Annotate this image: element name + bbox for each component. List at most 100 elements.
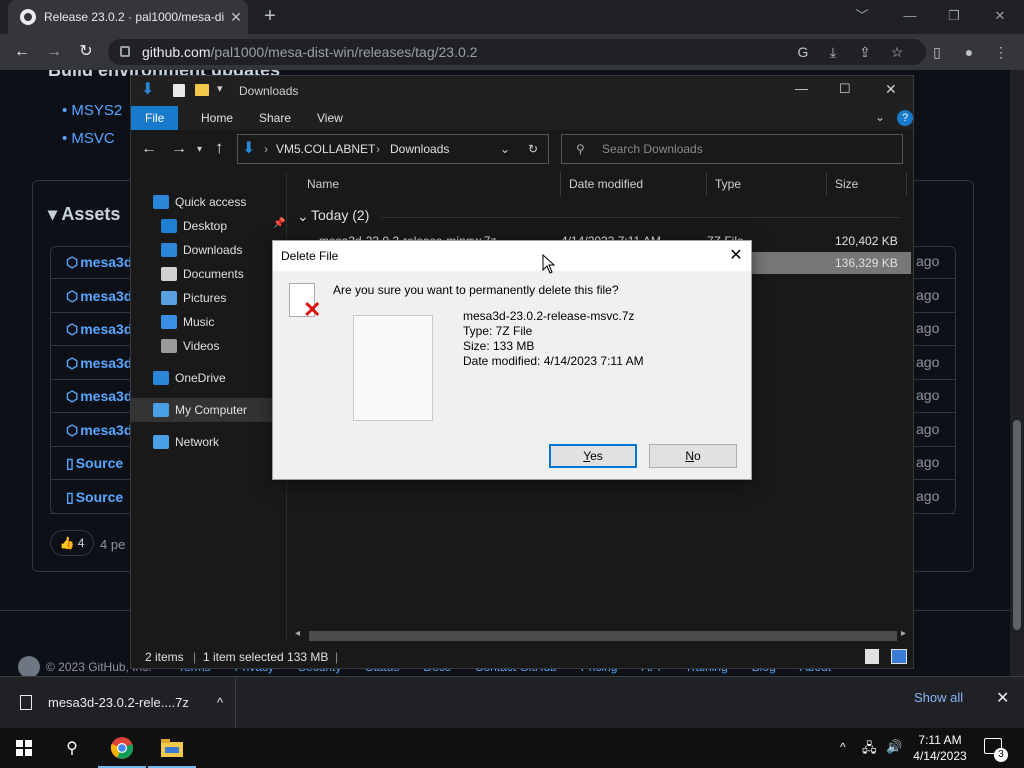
column-date-modified[interactable]: Date modified: [561, 172, 707, 196]
nav-item-quick-access[interactable]: Quick access: [131, 190, 287, 214]
pictures-icon: [161, 291, 177, 305]
documents-icon: [161, 267, 177, 281]
clock[interactable]: 7:11 AM 4/14/2023: [910, 732, 970, 764]
tab-search-icon[interactable]: ﹀: [846, 4, 878, 28]
clock-date: 4/14/2023: [913, 749, 967, 763]
help-icon[interactable]: ?: [897, 110, 913, 126]
nav-item-documents[interactable]: Documents: [131, 262, 287, 286]
breadcrumb-root[interactable]: VM5.COLLABNET: [276, 135, 375, 163]
volume-icon[interactable]: 🔊: [886, 739, 902, 755]
nav-item-onedrive[interactable]: OneDrive: [131, 366, 287, 390]
explorer-forward-icon[interactable]: →: [171, 140, 187, 158]
share-icon[interactable]: ⇪: [854, 41, 876, 63]
red-x-icon: ✕: [303, 297, 322, 322]
properties-icon[interactable]: [173, 84, 185, 97]
up-folder-icon[interactable]: ↑: [215, 138, 224, 158]
no-button[interactable]: No: [649, 444, 737, 468]
scroll-right-icon[interactable]: ▸: [901, 628, 906, 639]
nav-item-label: Downloads: [183, 243, 243, 257]
horizontal-scroll-thumb[interactable]: [309, 631, 897, 641]
dialog-title: Delete File: [273, 241, 751, 271]
minimize-button[interactable]: —: [894, 4, 926, 28]
asset-name[interactable]: Source: [76, 489, 123, 505]
nav-item-network[interactable]: Network: [131, 430, 287, 454]
notification-count-badge: 3: [994, 748, 1008, 762]
nav-item-my-computer[interactable]: My Computer: [131, 398, 287, 422]
forward-icon[interactable]: →: [42, 40, 66, 64]
explorer-close-button[interactable]: ✕: [885, 81, 897, 98]
explorer-address-bar[interactable]: ⬇ › VM5.COLLABNET › Downloads ⌄ ↻: [237, 134, 549, 164]
bookmark-star-icon[interactable]: ☆: [886, 41, 908, 63]
expand-ribbon-icon[interactable]: ⌄: [875, 110, 885, 124]
dialog-question: Are you sure you want to permanently del…: [333, 283, 619, 297]
nav-item-music[interactable]: Music: [131, 310, 287, 334]
back-icon[interactable]: ←: [10, 40, 34, 64]
asset-name[interactable]: mesa3d: [80, 422, 132, 438]
new-folder-icon[interactable]: [195, 84, 209, 96]
tab-home[interactable]: Home: [187, 106, 247, 130]
group-collapse-icon[interactable]: ⌄: [297, 208, 309, 225]
explorer-minimize-button[interactable]: —: [795, 81, 808, 96]
search-downloads-input[interactable]: ⚲ Search Downloads: [561, 134, 903, 164]
large-icons-view-icon[interactable]: [891, 649, 907, 664]
start-icon[interactable]: [0, 728, 48, 768]
new-tab-button[interactable]: +: [258, 4, 282, 28]
scroll-left-icon[interactable]: ◂: [295, 628, 300, 639]
status-item-count: 2 items: [145, 650, 184, 664]
file-explorer-icon[interactable]: [148, 728, 196, 768]
restore-button[interactable]: ❐: [938, 4, 970, 28]
nav-item-pictures[interactable]: Pictures: [131, 286, 287, 310]
asset-name[interactable]: mesa3d: [80, 254, 132, 270]
asset-name[interactable]: mesa3d: [80, 288, 132, 304]
breadcrumb-folder[interactable]: Downloads: [390, 135, 449, 163]
tab-view[interactable]: View: [303, 106, 357, 130]
menu-icon[interactable]: ⋮: [990, 41, 1012, 63]
download-item[interactable]: mesa3d-23.0.2-rele....7z ^: [0, 676, 236, 728]
bullet-msvc[interactable]: • MSVC: [62, 130, 115, 147]
page-scroll-thumb[interactable]: [1013, 420, 1021, 630]
column-size[interactable]: Size: [827, 172, 907, 196]
browser-tab[interactable]: Release 23.0.2 · pal1000/mesa-dis ✕: [8, 0, 248, 34]
yes-button[interactable]: Yes: [549, 444, 637, 468]
install-icon[interactable]: ⤓: [822, 41, 844, 63]
show-all-button[interactable]: Show all: [914, 690, 963, 705]
asset-name[interactable]: Source: [76, 455, 123, 471]
nav-item-label: Documents: [183, 267, 244, 281]
nav-item-downloads[interactable]: Downloads: [131, 238, 287, 262]
asset-age: ago: [916, 420, 940, 437]
zip-icon: ▯: [66, 488, 74, 505]
nav-item-desktop[interactable]: Desktop: [131, 214, 287, 238]
download-chevron-icon[interactable]: ^: [205, 695, 235, 710]
network-tray-icon[interactable]: 🖧: [862, 739, 877, 761]
reload-icon[interactable]: ↻: [74, 40, 98, 64]
tab-file[interactable]: File: [131, 106, 179, 130]
column-type[interactable]: Type: [707, 172, 827, 196]
tab-close-icon[interactable]: ✕: [224, 9, 248, 26]
show-hidden-icons-icon[interactable]: ^: [840, 740, 846, 754]
explorer-back-icon[interactable]: ←: [141, 140, 157, 158]
bullet-msys2[interactable]: • MSYS2: [62, 102, 122, 119]
assets-heading[interactable]: ▾ Assets: [48, 204, 120, 225]
asset-name[interactable]: mesa3d: [80, 355, 132, 371]
asset-name[interactable]: mesa3d: [80, 388, 132, 404]
google-lens-icon[interactable]: G: [792, 41, 814, 63]
reaction-button[interactable]: 👍 4: [50, 530, 94, 556]
column-name[interactable]: Name: [299, 172, 561, 196]
tab-share[interactable]: Share: [245, 106, 305, 130]
details-view-icon[interactable]: [865, 649, 879, 664]
dialog-close-button[interactable]: ✕: [721, 241, 751, 271]
explorer-maximize-button[interactable]: ☐: [839, 81, 851, 97]
address-dropdown-icon[interactable]: ⌄: [500, 135, 510, 163]
side-panel-icon[interactable]: ▯: [926, 41, 948, 63]
refresh-icon[interactable]: ↻: [528, 135, 538, 163]
nav-item-videos[interactable]: Videos: [131, 334, 287, 358]
shelf-close-icon[interactable]: ✕: [996, 688, 1009, 708]
recent-locations-icon[interactable]: ▾: [197, 144, 202, 155]
explorer-status-bar: 2 items | 1 item selected 133 MB |: [131, 646, 913, 668]
customize-quick-access-icon[interactable]: ▾: [217, 82, 223, 95]
search-taskbar-icon[interactable]: ⚲: [48, 728, 96, 768]
close-window-button[interactable]: ✕: [984, 4, 1016, 28]
profile-icon[interactable]: ●: [958, 41, 980, 63]
asset-name[interactable]: mesa3d: [80, 321, 132, 337]
chrome-icon[interactable]: [98, 728, 146, 768]
